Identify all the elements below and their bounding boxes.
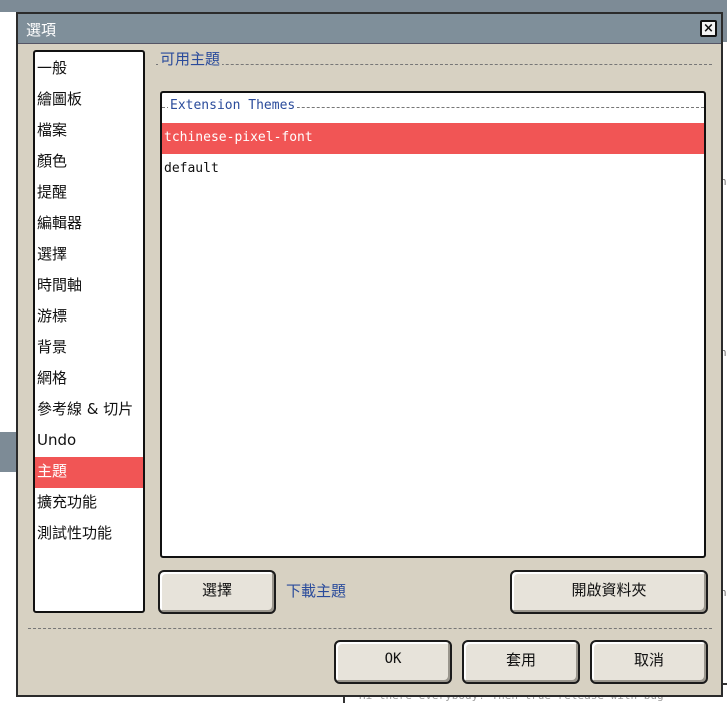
theme-list: Extension Themes tchinese-pixel-font def… <box>160 91 706 558</box>
category-item[interactable]: 顏色 <box>35 147 143 178</box>
theme-item[interactable]: default <box>162 154 704 185</box>
cancel-button-label: 取消 <box>633 651 664 669</box>
dialog-titlebar[interactable]: 選項 × <box>18 14 721 44</box>
category-item-label: 一般 <box>37 59 68 77</box>
theme-item-label: default <box>164 161 219 176</box>
select-theme-button[interactable]: 選擇 <box>158 570 276 614</box>
category-item-label: 繪圖板 <box>37 90 83 108</box>
category-item[interactable]: 網格 <box>35 364 143 395</box>
category-item-label: 測試性功能 <box>37 524 113 542</box>
background-toolbar-top <box>0 0 727 12</box>
category-item[interactable]: 主題 <box>35 457 143 488</box>
category-item-label: 背景 <box>37 338 68 356</box>
download-themes-link[interactable]: 下載主題 <box>286 580 346 601</box>
footer-divider <box>28 628 712 629</box>
category-item[interactable]: 參考線 & 切片 <box>35 395 143 426</box>
category-item-label: 編輯器 <box>37 214 83 232</box>
category-item[interactable]: 一般 <box>35 54 143 85</box>
category-item[interactable]: 提醒 <box>35 178 143 209</box>
category-item-label: 檔案 <box>37 121 68 139</box>
category-list: 一般繪圖板檔案顏色提醒編輯器選擇時間軸游標背景網格參考線 & 切片 Undo 主題擴… <box>33 50 145 613</box>
theme-group-label: Extension Themes <box>168 98 298 113</box>
theme-item-label: tchinese-pixel-font <box>164 130 313 145</box>
category-item-label: 擴充功能 <box>37 493 98 511</box>
apply-button[interactable]: 套用 <box>462 640 580 684</box>
category-item-label: 參考線 & 切片 <box>37 400 134 418</box>
category-item[interactable]: Undo <box>35 426 143 457</box>
section-title-available-themes: 可用主題 <box>158 48 223 69</box>
category-item[interactable]: 背景 <box>35 333 143 364</box>
category-item[interactable]: 選擇 <box>35 240 143 271</box>
category-item-label: 網格 <box>37 369 68 387</box>
category-item[interactable]: 測試性功能 <box>35 519 143 550</box>
category-item[interactable]: 編輯器 <box>35 209 143 240</box>
category-item[interactable]: 繪圖板 <box>35 85 143 116</box>
options-dialog: 選項 × 一般 繪圖板 檔案 顏色 提醒 編輯器 選擇 時間軸 游標 背景 網格 參考線 & 切片 Un… <box>16 12 723 697</box>
category-item-label: 選擇 <box>37 245 68 263</box>
theme-item[interactable]: tchinese-pixel-font <box>162 123 704 154</box>
open-folder-button[interactable]: 開啟資料夾 <box>510 570 708 614</box>
background-panel-right <box>723 12 727 42</box>
apply-button-label: 套用 <box>505 651 536 669</box>
close-icon: × <box>703 21 714 36</box>
background-panel-left <box>0 432 16 472</box>
category-item-label: 主題 <box>37 462 68 480</box>
category-item[interactable]: 擴充功能 <box>35 488 143 519</box>
ok-button[interactable]: OK <box>334 640 452 684</box>
category-item-label: 顏色 <box>37 152 68 170</box>
section-divider <box>156 64 712 65</box>
ok-button-label: OK <box>384 651 402 667</box>
cancel-button[interactable]: 取消 <box>590 640 708 684</box>
category-item-label: 提醒 <box>37 183 68 201</box>
select-theme-button-label: 選擇 <box>201 581 232 599</box>
open-folder-button-label: 開啟資料夾 <box>571 581 647 599</box>
category-item-label: 游標 <box>37 307 68 325</box>
category-item-label: 時間軸 <box>37 276 83 294</box>
category-item[interactable]: 游標 <box>35 302 143 333</box>
category-item[interactable]: 時間軸 <box>35 271 143 302</box>
category-item[interactable]: 檔案 <box>35 116 143 147</box>
category-item-label: Undo <box>37 431 77 449</box>
close-button[interactable]: × <box>700 20 717 37</box>
dialog-title: 選項 <box>26 21 57 39</box>
